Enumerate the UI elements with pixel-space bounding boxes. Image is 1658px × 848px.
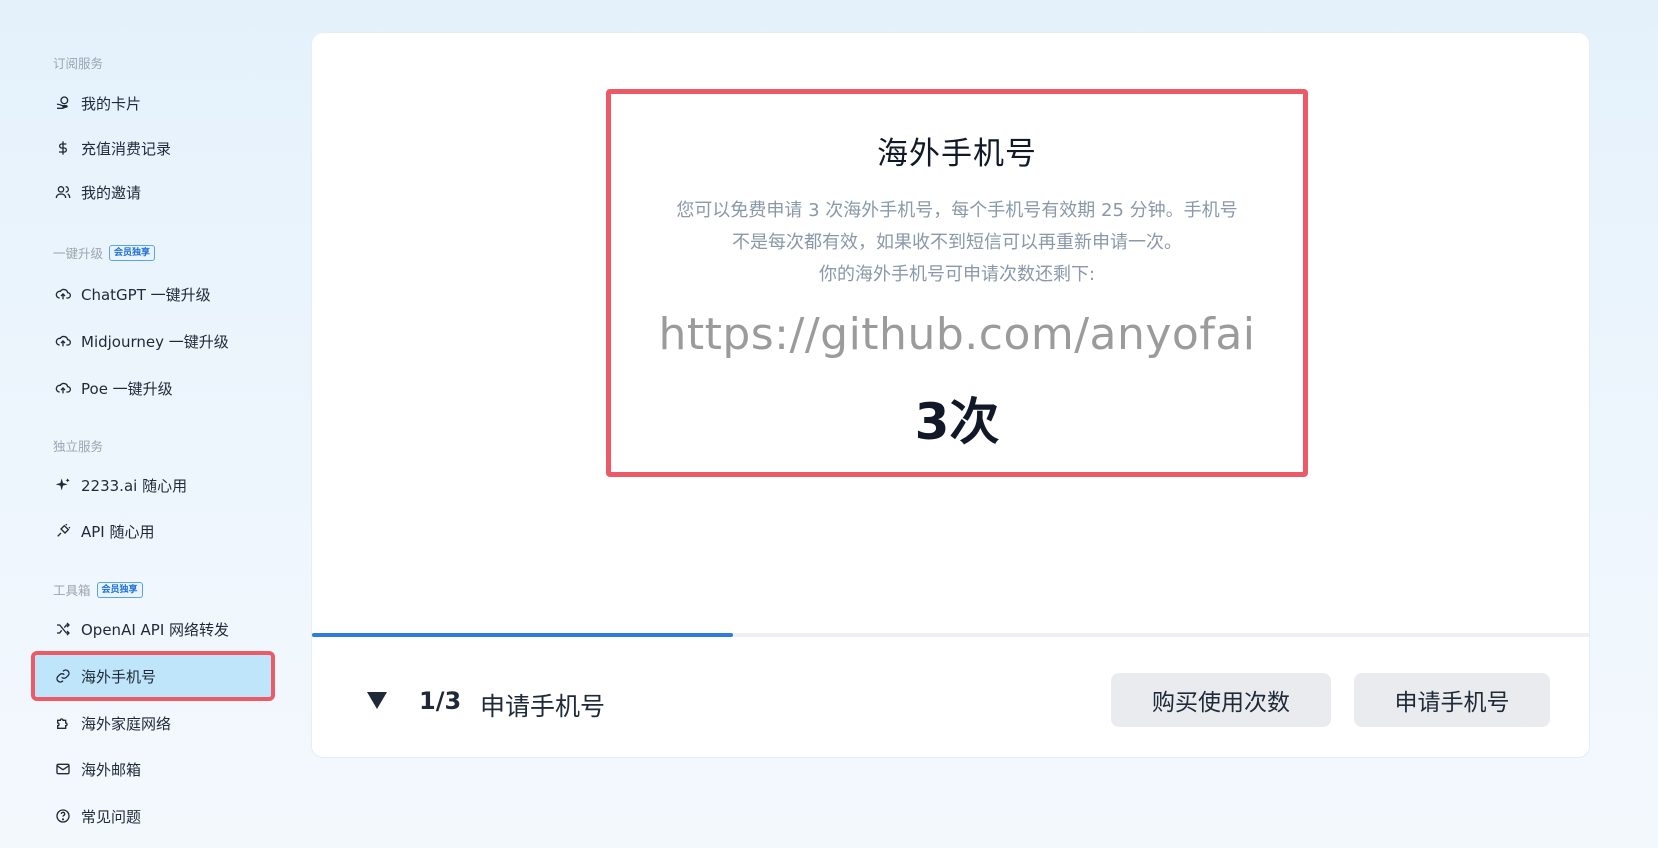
help-circle-icon bbox=[54, 807, 72, 825]
watermark-text: https://github.com/anyofai bbox=[658, 309, 1256, 360]
sidebar-item-midjourney-upgrade[interactable]: Midjourney 一键升级 bbox=[34, 319, 272, 363]
progress-track bbox=[312, 633, 1589, 637]
sidebar-item-faq[interactable]: 常见问题 bbox=[34, 794, 272, 838]
member-badge: 会员独享 bbox=[96, 581, 143, 598]
cloud-upload-icon bbox=[54, 332, 72, 350]
cloud-upload-icon bbox=[54, 285, 72, 303]
sidebar-item-my-cards[interactable]: 我的卡片 bbox=[34, 81, 272, 125]
remaining-count: 3次 bbox=[914, 393, 1000, 451]
apply-phone-button[interactable]: 申请手机号 bbox=[1354, 673, 1550, 727]
coins-icon bbox=[54, 94, 72, 112]
mail-icon bbox=[54, 760, 72, 778]
step-label: 申请手机号 bbox=[480, 692, 606, 721]
shuffle-icon bbox=[54, 620, 72, 638]
section-title-toolbox: 工具箱 会员独享 bbox=[53, 580, 143, 599]
info-description: 您可以免费申请 3 次海外手机号，每个手机号有效期 25 分钟。手机号 不是每次… bbox=[676, 200, 1238, 285]
sidebar-item-home-network[interactable]: 海外家庭网络 bbox=[34, 701, 272, 745]
sidebar: 订阅服务 我的卡片 充值消费记录 我的邀请 一键升级 会员独享 ChatGPT … bbox=[0, 0, 300, 848]
main-card: 海外手机号 您可以免费申请 3 次海外手机号，每个手机号有效期 25 分钟。手机… bbox=[311, 32, 1590, 758]
cloud-upload-icon bbox=[54, 379, 72, 397]
sidebar-item-api[interactable]: API 随心用 bbox=[34, 509, 272, 553]
sidebar-item-chatgpt-upgrade[interactable]: ChatGPT 一键升级 bbox=[34, 272, 272, 316]
progress-fill bbox=[312, 633, 734, 637]
caret-down-icon[interactable] bbox=[367, 692, 387, 709]
sidebar-item-my-invites[interactable]: 我的邀请 bbox=[34, 170, 272, 214]
section-title-upgrade: 一键升级 会员独享 bbox=[53, 243, 156, 262]
step-footer: 1/3 申请手机号 购买使用次数 申请手机号 bbox=[312, 673, 1589, 733]
link-icon bbox=[54, 667, 72, 685]
sidebar-item-overseas-phone[interactable]: 海外手机号 bbox=[31, 651, 275, 701]
puzzle-icon bbox=[54, 714, 72, 732]
member-badge: 会员独享 bbox=[109, 244, 156, 261]
section-title-standalone: 独立服务 bbox=[53, 439, 104, 454]
buy-usage-button[interactable]: 购买使用次数 bbox=[1111, 673, 1331, 727]
sidebar-item-poe-upgrade[interactable]: Poe 一键升级 bbox=[34, 366, 272, 410]
sidebar-item-2233ai[interactable]: 2233.ai 随心用 bbox=[34, 463, 272, 507]
sidebar-item-overseas-mail[interactable]: 海外邮箱 bbox=[34, 747, 272, 791]
sidebar-item-openai-forward[interactable]: OpenAI API 网络转发 bbox=[34, 607, 272, 651]
info-box: 海外手机号 您可以免费申请 3 次海外手机号，每个手机号有效期 25 分钟。手机… bbox=[606, 89, 1308, 477]
sidebar-item-recharge-records[interactable]: 充值消费记录 bbox=[34, 126, 272, 170]
users-icon bbox=[54, 183, 72, 201]
plug-icon bbox=[54, 522, 72, 540]
sparkle-icon bbox=[54, 476, 72, 494]
page-title: 海外手机号 bbox=[877, 136, 1037, 172]
step-counter: 1/3 bbox=[419, 687, 462, 715]
dollar-icon bbox=[54, 139, 72, 157]
section-title-subscription: 订阅服务 bbox=[53, 56, 104, 71]
